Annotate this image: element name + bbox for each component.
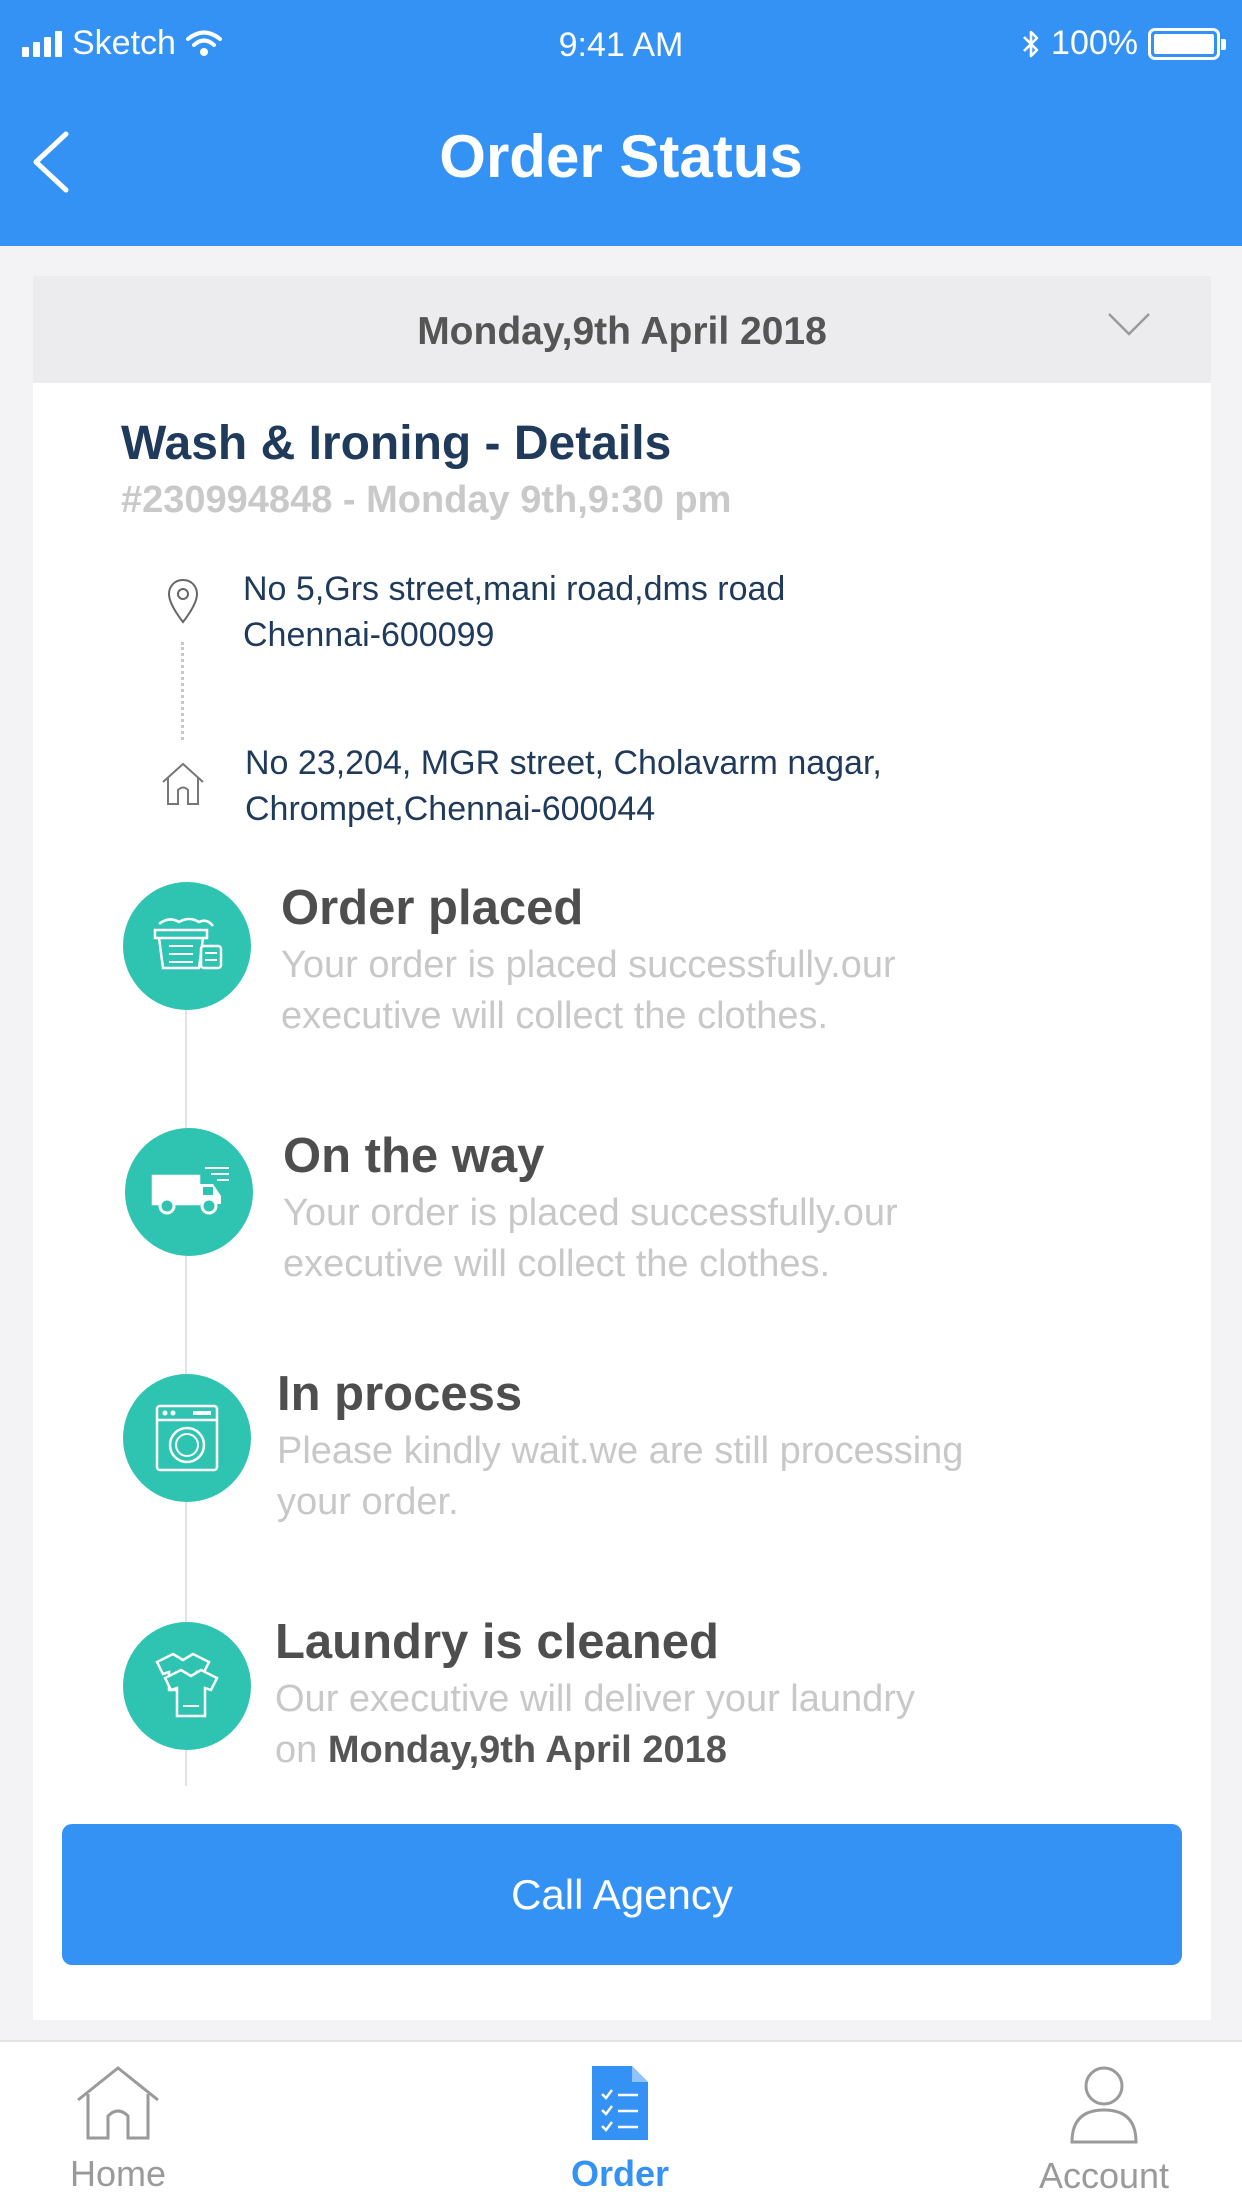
step-desc-line1: Your order is placed successfully.our [281,944,896,986]
delivery-date: Monday,9th April 2018 [327,1729,727,1771]
clean-shirt-icon [155,1652,219,1718]
battery-icon [1148,27,1226,60]
delivery-address-line1: No 23,204, MGR street, Cholavarm nagar, [245,744,882,782]
tab-order-label: Order [570,2153,670,2194]
step-description: Your order is placed successfully.our ex… [281,940,1161,1042]
battery-percent: 100% [1051,24,1138,62]
laundry-cleaned-step-icon [123,1622,251,1750]
pickup-address-line2: Chennai-600099 [243,616,495,654]
tab-order[interactable]: Order [510,2064,730,2195]
page-title: Order Status [439,123,803,190]
step-title: On the way [283,1129,545,1183]
step-desc-line2: your order. [277,1481,459,1523]
in-process-step-icon [123,1374,251,1502]
status-bar-right: 100% [1021,24,1226,63]
laundry-basket-icon [153,917,223,970]
delivery-address: No 23,204, MGR street, Cholavarm nagar, … [245,740,882,832]
account-icon [1070,2066,1138,2144]
location-pin-icon [167,578,199,624]
step-desc-line1: Please kindly wait.we are still processi… [277,1430,964,1472]
order-id-time: #230994848 - Monday 9th,9:30 pm [121,479,732,521]
app-root: Sketch 9:41 AM 100% Order Status Monday,… [0,0,1242,2208]
home-outline-icon [162,762,204,805]
step-desc-line2: executive will collect the clothes. [283,1243,831,1285]
date-selector-label: Monday,9th April 2018 [417,310,827,353]
step-desc-line2: executive will collect the clothes. [281,995,829,1037]
order-card: Monday,9th April 2018 Wash & Ironing - D… [33,276,1211,2020]
status-bar: Sketch 9:41 AM 100% [0,20,1242,76]
address-connector [181,642,184,740]
tab-home-label: Home [69,2153,167,2194]
step-description: Your order is placed successfully.our ex… [283,1188,1163,1290]
step-desc-line2: on Monday,9th April 2018 [275,1725,1155,1776]
tab-account-label: Account [1038,2155,1170,2196]
date-selector[interactable]: Monday,9th April 2018 [33,276,1211,383]
header: Sketch 9:41 AM 100% Order Status [0,0,1242,246]
order-placed-step-icon [123,882,251,1010]
delivery-address-line2: Chrompet,Chennai-600044 [245,790,656,828]
delivery-van-icon [151,1167,229,1215]
tab-bar: Home Order Account [0,2040,1242,2208]
step-title: In process [277,1367,523,1421]
step-title: Order placed [281,881,584,935]
step-description: Our executive will deliver your laundry … [275,1674,1155,1776]
chevron-down-icon [1108,313,1150,336]
order-details-title: Wash & Ironing - Details [121,417,672,470]
delivery-date-prefix: on [275,1729,318,1771]
step-title: Laundry is cleaned [275,1615,719,1669]
washing-machine-icon [155,1404,219,1472]
bluetooth-icon [1023,30,1039,57]
pickup-address: No 5,Grs street,mani road,dms road Chenn… [243,566,785,658]
step-description: Please kindly wait.we are still processi… [277,1426,1157,1528]
tab-account[interactable]: Account [994,2064,1214,2197]
step-desc-line1: Your order is placed successfully.our [283,1192,898,1234]
tab-home[interactable]: Home [8,2064,228,2195]
pickup-address-line1: No 5,Grs street,mani road,dms road [243,570,786,608]
call-agency-button[interactable]: Call Agency [62,1824,1182,1965]
order-document-icon [592,2066,648,2140]
step-desc-line1: Our executive will deliver your laundry [275,1678,915,1720]
home-icon [77,2066,159,2140]
on-the-way-step-icon [125,1128,253,1256]
